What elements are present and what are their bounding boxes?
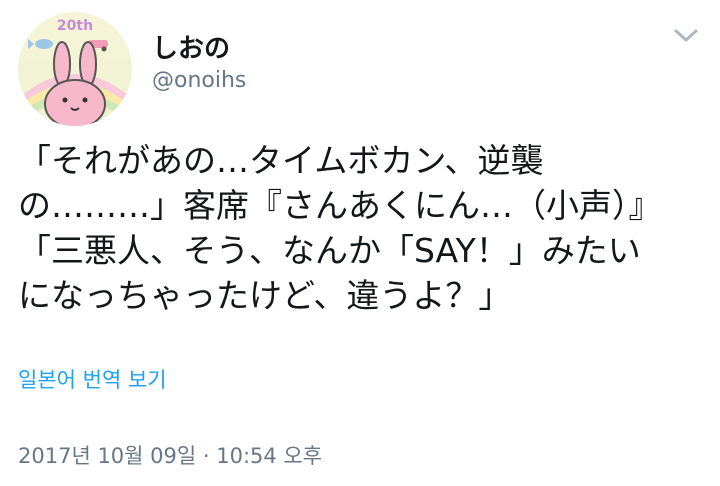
tweet-line: になっちゃったけど、違うよ？」 xyxy=(18,276,512,315)
user-handle[interactable]: @onoihs xyxy=(152,68,246,93)
tweet-line: 「それがあの…タイムボカン、逆襲 xyxy=(18,141,544,180)
rabbit-avatar-icon: 20th xyxy=(18,12,132,126)
display-name[interactable]: しおの xyxy=(152,28,230,65)
avatar-badge: 20th xyxy=(57,18,93,34)
tweet-line: の………」客席『さんあくにん…（小声）』 xyxy=(18,186,662,225)
translate-link[interactable]: 일본어 번역 보기 xyxy=(18,364,167,394)
avatar[interactable]: 20th xyxy=(18,12,132,126)
tweet-line: 「三悪人、そう、なんか「SAY！」みたい xyxy=(18,231,641,270)
tweet-text: 「それがあの…タイムボカン、逆襲 の………」客席『さんあくにん…（小声）』 「三… xyxy=(18,138,708,318)
chevron-down-icon[interactable] xyxy=(672,24,700,46)
timestamp[interactable]: 2017년 10월 09일 · 10:54 오후 xyxy=(18,440,322,470)
